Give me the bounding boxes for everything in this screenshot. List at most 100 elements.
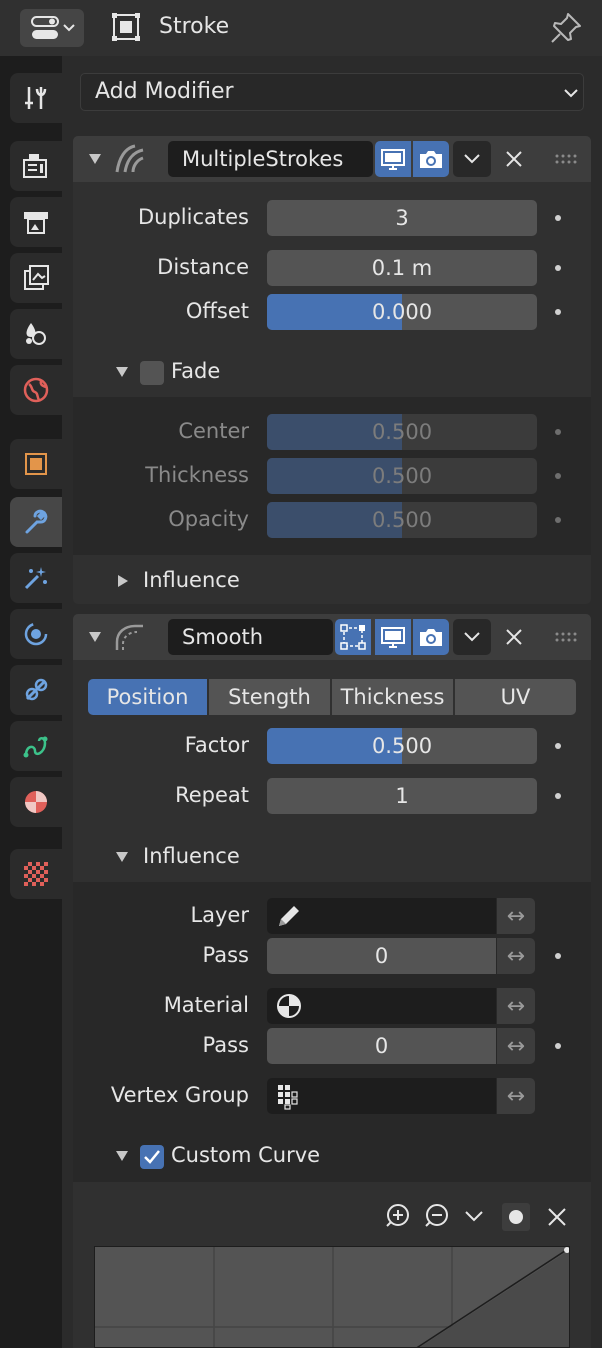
fade-checkbox[interactable] (140, 361, 164, 385)
object-data-icon (112, 13, 140, 41)
modifier-options-dropdown[interactable] (453, 141, 491, 177)
keyframe-dot[interactable] (555, 265, 561, 271)
tab-tool[interactable] (10, 73, 62, 123)
keyframe-dot[interactable] (555, 517, 561, 523)
modifier-name-field[interactable]: MultipleStrokes (168, 141, 373, 177)
invert-layer-toggle[interactable]: ↔ (497, 898, 535, 934)
curve-graph[interactable] (94, 1246, 570, 1348)
zoom-in-icon[interactable] (384, 1202, 412, 1230)
fade-label: Fade (171, 359, 221, 383)
keyframe-dot[interactable] (555, 215, 561, 221)
keyframe-dot[interactable] (555, 429, 561, 435)
tab-material[interactable] (10, 777, 62, 827)
tab-texture[interactable] (10, 849, 62, 899)
repeat-field[interactable]: 1 (267, 778, 537, 814)
chevron-down-icon[interactable] (464, 1208, 484, 1224)
custom-curve-checkbox[interactable] (140, 1145, 164, 1169)
multiple-strokes-icon (115, 144, 144, 173)
invert-layer-pass-toggle[interactable]: ↔ (497, 938, 535, 974)
texture-icon (24, 862, 48, 886)
offset-slider[interactable]: 0.000 (267, 294, 537, 330)
vertex-group-label: Vertex Group (110, 1083, 249, 1107)
zoom-out-icon[interactable] (423, 1202, 451, 1230)
reset-curve-icon[interactable] (546, 1206, 568, 1228)
tab-constraints[interactable] (10, 665, 62, 715)
add-modifier-label: Add Modifier (95, 79, 234, 104)
tab-view-layer[interactable] (10, 253, 62, 303)
tab-modifier[interactable] (10, 497, 62, 547)
chevron-down-icon (564, 89, 578, 98)
influence-label[interactable]: Influence (143, 568, 240, 592)
offset-label: Offset (185, 299, 249, 323)
tab-world[interactable] (10, 365, 62, 415)
edit-mode-toggle[interactable] (335, 619, 371, 655)
modifier-name-field[interactable]: Smooth (168, 619, 333, 655)
vertex-group-field[interactable] (267, 1078, 496, 1114)
tab-physics[interactable] (10, 609, 62, 659)
tab-output[interactable] (10, 197, 62, 247)
keyframe-dot[interactable] (555, 743, 561, 749)
keyframe-dot[interactable] (555, 793, 561, 799)
clip-dot-icon (509, 1210, 523, 1224)
remove-modifier-button[interactable] (499, 144, 529, 174)
constraints-icon (25, 678, 48, 701)
tab-uv[interactable]: UV (455, 679, 576, 715)
tab-thickness[interactable]: Thickness (332, 679, 453, 715)
remove-modifier-button[interactable] (499, 622, 529, 652)
pin-icon[interactable] (548, 10, 584, 46)
offset-value: 0.000 (371, 300, 433, 324)
influence-label[interactable]: Influence (143, 844, 240, 868)
distance-label: Distance (157, 255, 249, 279)
keyframe-dot[interactable] (555, 1043, 561, 1049)
opacity-slider[interactable]: 0.500 (267, 502, 537, 538)
repeat-label: Repeat (175, 783, 249, 807)
invert-material-toggle[interactable]: ↔ (497, 988, 535, 1024)
tab-render[interactable] (10, 141, 62, 191)
show-viewport-toggle[interactable] (375, 619, 411, 655)
material-pass-field[interactable]: 0 (267, 1028, 496, 1064)
tab-data[interactable] (10, 721, 62, 771)
keyframe-dot[interactable] (555, 953, 561, 959)
tab-position[interactable]: Position (88, 679, 207, 715)
drag-handle-icon[interactable] (555, 154, 577, 164)
distance-field[interactable]: 0.1 m (267, 250, 537, 286)
duplicates-field[interactable]: 3 (267, 200, 537, 236)
influence-collapse-triangle-icon[interactable] (116, 852, 128, 862)
show-viewport-toggle[interactable] (375, 141, 411, 177)
particles-icon (24, 567, 47, 590)
add-modifier-dropdown[interactable]: Add Modifier (80, 73, 584, 111)
pencil-icon (279, 906, 299, 926)
opacity-label: Opacity (168, 507, 249, 531)
tab-particles[interactable] (10, 553, 62, 603)
keyframe-dot[interactable] (555, 473, 561, 479)
fade-collapse-triangle-icon[interactable] (116, 367, 128, 377)
chevron-down-icon (464, 632, 480, 642)
layer-pass-field[interactable]: 0 (267, 938, 496, 974)
modifier-options-dropdown[interactable] (453, 619, 491, 655)
center-slider[interactable]: 0.500 (267, 414, 537, 450)
show-render-toggle[interactable] (413, 141, 449, 177)
tab-strength[interactable]: Stength (209, 679, 330, 715)
modifier-header[interactable]: MultipleStrokes (73, 136, 591, 182)
invert-material-pass-toggle[interactable]: ↔ (497, 1028, 535, 1064)
modifier-header[interactable]: Smooth (73, 614, 591, 660)
editor-type-menu[interactable] (20, 9, 84, 47)
influence-expand-triangle-icon[interactable] (118, 575, 128, 587)
clip-toggle[interactable] (502, 1203, 530, 1231)
invert-vertex-group-toggle[interactable]: ↔ (497, 1078, 535, 1114)
repeat-value: 1 (395, 784, 409, 808)
show-render-toggle[interactable] (413, 619, 449, 655)
layer-field[interactable] (267, 898, 496, 934)
factor-slider[interactable]: 0.500 (267, 728, 537, 764)
collapse-triangle-icon[interactable] (89, 154, 101, 164)
keyframe-dot[interactable] (555, 309, 561, 315)
material-field[interactable] (267, 988, 496, 1024)
drag-handle-icon[interactable] (555, 632, 577, 642)
collapse-triangle-icon[interactable] (89, 632, 101, 642)
modifier-icon (25, 509, 48, 534)
tab-object[interactable] (10, 439, 62, 489)
factor-label: Factor (184, 733, 249, 757)
custom-curve-collapse-triangle-icon[interactable] (116, 1151, 128, 1161)
thickness-slider[interactable]: 0.500 (267, 458, 537, 494)
tab-scene[interactable] (10, 309, 62, 359)
